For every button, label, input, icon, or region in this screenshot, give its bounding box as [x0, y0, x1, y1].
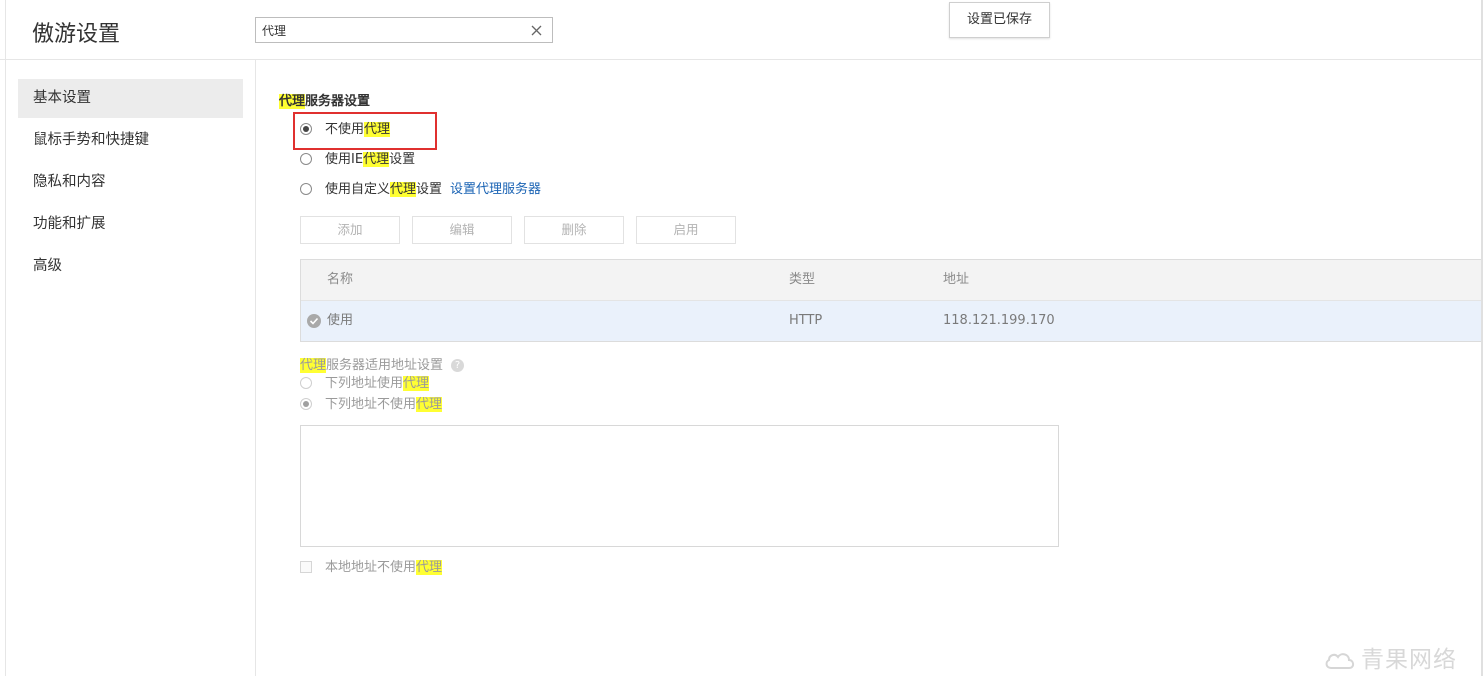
sidebar-item-privacy-content[interactable]: 隐私和内容 — [18, 163, 243, 202]
cloud-logo-icon — [1325, 653, 1355, 669]
radio-label: 下列地址使用代理 — [325, 376, 430, 391]
radio-button[interactable] — [300, 123, 312, 135]
search-box[interactable] — [255, 17, 553, 43]
checkbox[interactable] — [300, 561, 312, 573]
check-circle-icon — [307, 314, 321, 328]
highlight-term: 代理 — [279, 94, 306, 109]
address-list-textarea[interactable] — [300, 425, 1059, 547]
header-bar: 傲游设置 设置已保存 — [0, 0, 1483, 60]
settings-saved-button[interactable]: 设置已保存 — [949, 2, 1050, 38]
sidebar-item-mouse-gestures-shortcuts[interactable]: 鼠标手势和快捷键 — [18, 121, 243, 160]
delete-button[interactable]: 删除 — [524, 216, 624, 244]
edit-button[interactable]: 编辑 — [412, 216, 512, 244]
main-content: 代理服务器设置 不使用代理 使用IE代理设置 使用自定义代理设置 设置代理服务器 … — [256, 60, 1481, 676]
checkbox-label: 本地地址不使用代理 — [325, 560, 443, 575]
set-proxy-server-link[interactable]: 设置代理服务器 — [450, 182, 541, 197]
radio-label: 不使用代理 — [325, 122, 391, 137]
search-input[interactable] — [262, 21, 522, 39]
enable-button[interactable]: 启用 — [636, 216, 736, 244]
row-address: 118.121.199.170 — [943, 313, 1055, 328]
radio-button[interactable] — [300, 183, 312, 195]
column-header-address[interactable]: 地址 — [943, 260, 969, 300]
row-name: 使用 — [327, 313, 354, 328]
radio-button[interactable] — [300, 398, 312, 410]
sidebar-item-advanced[interactable]: 高级 — [18, 247, 243, 286]
column-header-name[interactable]: 名称 — [327, 260, 353, 300]
column-header-type[interactable]: 类型 — [789, 260, 815, 300]
radio-label: 下列地址不使用代理 — [325, 397, 443, 412]
close-icon[interactable] — [529, 21, 545, 39]
radio-label: 使用IE代理设置 — [325, 152, 416, 167]
sidebar-item-basic-settings[interactable]: 基本设置 — [18, 79, 243, 118]
row-type: HTTP — [789, 313, 823, 328]
watermark-text: 青果网络 — [1361, 647, 1457, 673]
section-title-text: 服务器设置 — [305, 94, 371, 109]
add-button[interactable]: 添加 — [300, 216, 400, 244]
radio-button[interactable] — [300, 153, 312, 165]
proxy-section-title: 代理服务器设置 — [279, 90, 370, 109]
proxy-server-table: 名称 类型 地址 使用 HTTP 118.121.199.170 — [300, 259, 1481, 342]
app-title: 傲游设置 — [32, 22, 121, 47]
table-row[interactable]: 使用 HTTP 118.121.199.170 — [301, 301, 1481, 341]
radio-label: 使用自定义代理设置 设置代理服务器 — [325, 182, 542, 197]
radio-button[interactable] — [300, 377, 312, 389]
address-settings-title: 代理服务器适用地址设置? — [300, 354, 465, 373]
sidebar: 基本设置 鼠标手势和快捷键 隐私和内容 功能和扩展 高级 — [6, 60, 256, 676]
help-icon[interactable]: ? — [451, 359, 465, 372]
table-header: 名称 类型 地址 — [301, 260, 1481, 301]
sidebar-item-features-extensions[interactable]: 功能和扩展 — [18, 205, 243, 244]
